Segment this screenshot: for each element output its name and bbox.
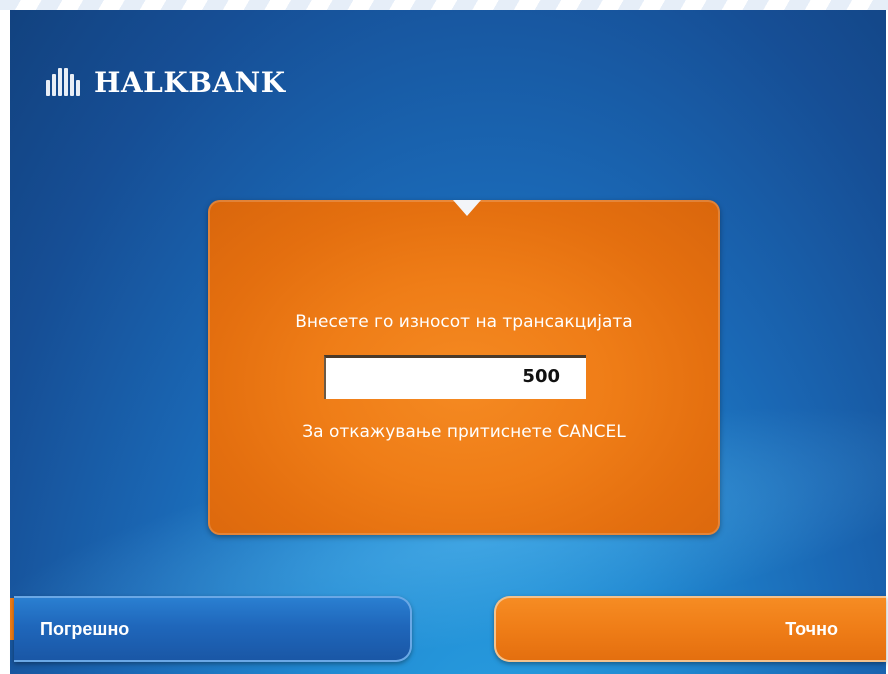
correct-button[interactable]: Точно (494, 596, 886, 662)
brand-logo: HALKBANK (46, 62, 286, 102)
halkbank-columns-logo-icon (46, 68, 86, 96)
wrong-button[interactable]: Погрешно (14, 596, 412, 662)
amount-input[interactable]: 500 (324, 355, 586, 399)
brand-name: HALKBANK (94, 65, 286, 99)
correct-button-label: Точно (785, 618, 838, 639)
wrong-button-label: Погрешно (40, 618, 130, 639)
atm-frame: HALKBANK Внесете го износот на трансакци… (0, 0, 888, 674)
amount-prompt: Внесете го износот на трансакцијата (295, 312, 633, 332)
cancel-hint: За откажување притиснете CANCEL (302, 422, 626, 442)
amount-entry-dialog: Внесете го износот на трансакцијата 500 … (208, 200, 720, 535)
top-stripe-border (0, 0, 888, 10)
triangle-down-icon (453, 200, 481, 216)
atm-screen: HALKBANK Внесете го износот на трансакци… (10, 10, 886, 674)
